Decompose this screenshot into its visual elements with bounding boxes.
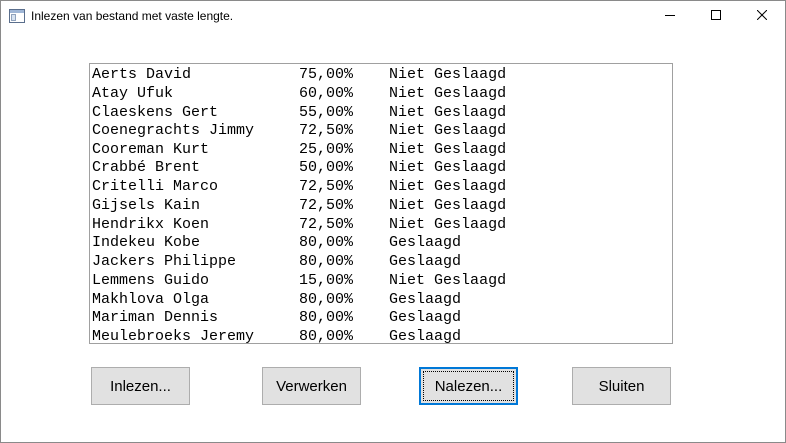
close-icon (756, 7, 768, 25)
title-bar[interactable]: Inlezen van bestand met vaste lengte. (1, 1, 785, 31)
minimize-button[interactable] (647, 1, 693, 31)
list-item[interactable]: Jackers Philippe 80,00% Geslaagd (92, 252, 670, 271)
list-item[interactable]: Indekeu Kobe 80,00% Geslaagd (92, 233, 670, 252)
form-window-icon[interactable] (9, 9, 25, 23)
nalezen-button[interactable]: Nalezen... (419, 367, 518, 405)
focus-rectangle (423, 371, 514, 401)
inlezen-button[interactable]: Inlezen... (91, 367, 190, 405)
window-title: Inlezen van bestand met vaste lengte. (31, 9, 234, 23)
list-item[interactable]: Makhlova Olga 80,00% Geslaagd (92, 290, 670, 309)
list-item[interactable]: Claeskens Gert 55,00% Niet Geslaagd (92, 103, 670, 122)
close-button[interactable] (739, 1, 785, 31)
list-item[interactable]: Gijsels Kain 72,50% Niet Geslaagd (92, 196, 670, 215)
list-item[interactable]: Lemmens Guido 15,00% Niet Geslaagd (92, 271, 670, 290)
list-item[interactable]: Mariman Dennis 80,00% Geslaagd (92, 308, 670, 327)
list-item[interactable]: Critelli Marco 72,50% Niet Geslaagd (92, 177, 670, 196)
list-item[interactable]: Coenegrachts Jimmy 72,50% Niet Geslaagd (92, 121, 670, 140)
results-listbox[interactable]: Aerts David 75,00% Niet Geslaagd Atay Uf… (89, 63, 673, 344)
list-item[interactable]: Atay Ufuk 60,00% Niet Geslaagd (92, 84, 670, 103)
minimize-icon (665, 7, 675, 25)
verwerken-button[interactable]: Verwerken (262, 367, 361, 405)
sluiten-button[interactable]: Sluiten (572, 367, 671, 405)
list-item[interactable]: Aerts David 75,00% Niet Geslaagd (92, 65, 670, 84)
maximize-icon (711, 7, 721, 25)
app-window: Inlezen van bestand met vaste lengte. Ae… (0, 0, 786, 443)
list-item[interactable]: Crabbé Brent 50,00% Niet Geslaagd (92, 158, 670, 177)
list-item[interactable]: Cooreman Kurt 25,00% Niet Geslaagd (92, 140, 670, 159)
list-item[interactable]: Meulebroeks Jeremy 80,00% Geslaagd (92, 327, 670, 343)
list-item[interactable]: Hendrikx Koen 72,50% Niet Geslaagd (92, 215, 670, 234)
maximize-button[interactable] (693, 1, 739, 31)
